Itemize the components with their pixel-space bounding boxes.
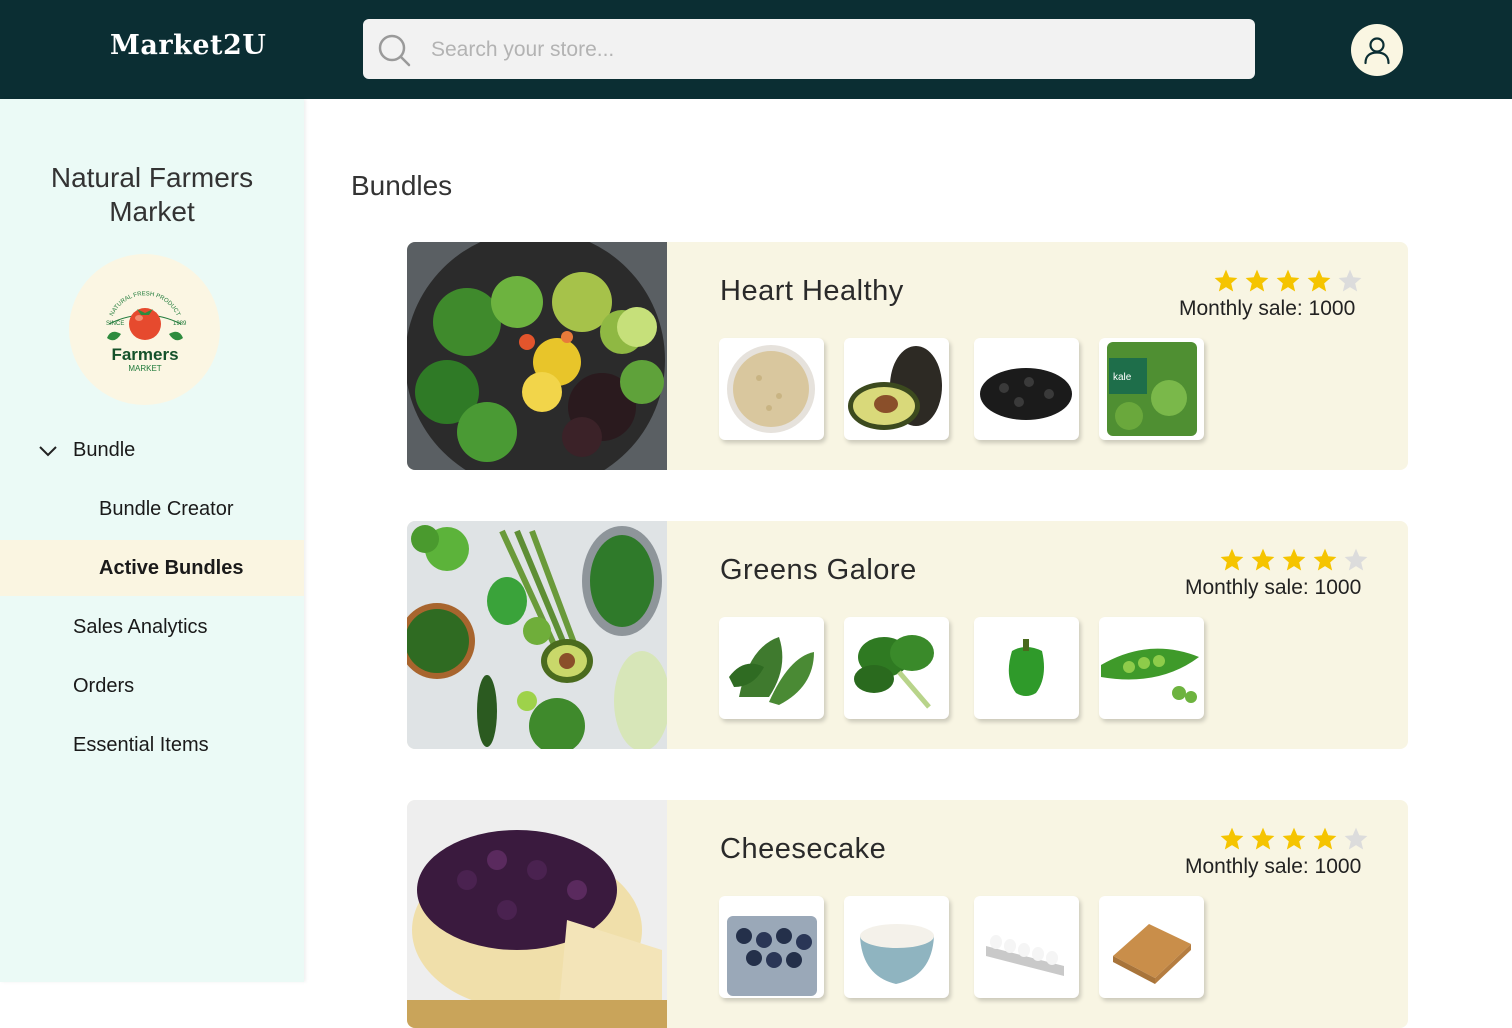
star-icon <box>1313 548 1337 571</box>
star-icon <box>1307 269 1331 292</box>
star-icon <box>1220 827 1244 850</box>
sidebar: Natural Farmers Market NATURAL FRESH PRO… <box>0 99 304 982</box>
nav-essential-items-label: Essential Items <box>73 733 209 756</box>
store-name-line2: Market <box>109 196 195 227</box>
star-icon <box>1220 548 1244 571</box>
item-blueberries[interactable] <box>719 896 824 998</box>
star-icon <box>1245 269 1269 292</box>
rating-stars <box>1219 547 1369 573</box>
star-icon <box>1251 827 1275 850</box>
user-avatar-button[interactable] <box>1351 24 1403 76</box>
nav-active-bundles-label: Active Bundles <box>99 556 244 579</box>
bundle-card-greens-galore[interactable]: Greens Galore Monthly sale: 1000 <box>407 521 1408 749</box>
search-icon <box>378 34 411 67</box>
bundle-image-salad-bowl <box>407 242 667 470</box>
top-bar: Market2U <box>0 0 1512 99</box>
bundle-image-blueberry-cheesecake <box>407 800 667 1028</box>
item-kale[interactable]: kale <box>1099 338 1204 440</box>
bundle-title: Greens Galore <box>720 554 917 586</box>
item-black-beans[interactable] <box>974 338 1079 440</box>
svg-text:1989: 1989 <box>173 321 187 327</box>
star-icon <box>1214 269 1238 292</box>
monthly-sales: Monthly sale: 1000 <box>1179 297 1356 320</box>
nav-bundle-creator[interactable]: Bundle Creator <box>0 481 304 537</box>
svg-text:SINCE: SINCE <box>106 321 124 327</box>
monthly-sales: Monthly sale: 1000 <box>1185 855 1362 878</box>
bundle-image-green-vegetables <box>407 521 667 749</box>
chevron-down-icon <box>39 446 57 457</box>
bundle-title: Cheesecake <box>720 833 887 865</box>
nav-sales-analytics-label: Sales Analytics <box>73 615 208 638</box>
page-title: Bundles <box>351 170 453 201</box>
item-peas[interactable] <box>1099 617 1204 719</box>
star-icon <box>1282 548 1306 571</box>
nav-orders[interactable]: Orders <box>0 658 304 714</box>
search-input[interactable] <box>429 19 1233 81</box>
store-logo: NATURAL FRESH PRODUCT SINCE 1989 Farmers… <box>69 254 220 405</box>
bundle-card-cheesecake[interactable]: Cheesecake Monthly sale: 1000 <box>407 800 1408 1028</box>
star-empty-icon <box>1344 548 1368 571</box>
svg-text:Farmers: Farmers <box>111 345 178 364</box>
bundle-card-heart-healthy[interactable]: Heart Healthy Monthly sale: 1000 kale <box>407 242 1408 470</box>
nav-bundle[interactable]: Bundle <box>0 422 304 478</box>
star-icon <box>1276 269 1300 292</box>
svg-text:MARKET: MARKET <box>128 364 161 373</box>
nav-sales-analytics[interactable]: Sales Analytics <box>0 599 304 655</box>
nav-bundle-label: Bundle <box>73 438 136 461</box>
nav-bundle-creator-label: Bundle Creator <box>99 497 234 520</box>
item-arugula[interactable] <box>719 617 824 719</box>
nav-essential-items[interactable]: Essential Items <box>0 717 304 773</box>
store-name: Natural Farmers Market <box>0 161 304 229</box>
item-green-pepper[interactable] <box>974 617 1079 719</box>
item-avocado[interactable] <box>844 338 949 440</box>
rating-stars <box>1213 268 1363 294</box>
nav-active-bundles[interactable]: Active Bundles <box>0 540 304 596</box>
item-graham-crackers[interactable] <box>1099 896 1204 998</box>
rating-stars <box>1219 826 1369 852</box>
item-quinoa[interactable] <box>719 338 824 440</box>
star-icon <box>1251 548 1275 571</box>
bundle-title: Heart Healthy <box>720 275 904 307</box>
star-icon <box>1313 827 1337 850</box>
monthly-sales: Monthly sale: 1000 <box>1185 576 1362 599</box>
user-icon <box>1364 37 1390 65</box>
nav-orders-label: Orders <box>73 674 135 697</box>
store-name-line1: Natural Farmers <box>50 162 254 193</box>
item-eggs[interactable] <box>974 896 1079 998</box>
search-bar[interactable] <box>363 19 1255 81</box>
item-cream-cheese[interactable] <box>844 896 949 998</box>
item-spinach[interactable] <box>844 617 949 719</box>
app-logo-text[interactable]: Market2U <box>110 30 266 61</box>
star-empty-icon <box>1344 827 1368 850</box>
star-empty-icon <box>1338 269 1362 292</box>
svg-text:kale: kale <box>1113 372 1132 383</box>
star-icon <box>1282 827 1306 850</box>
